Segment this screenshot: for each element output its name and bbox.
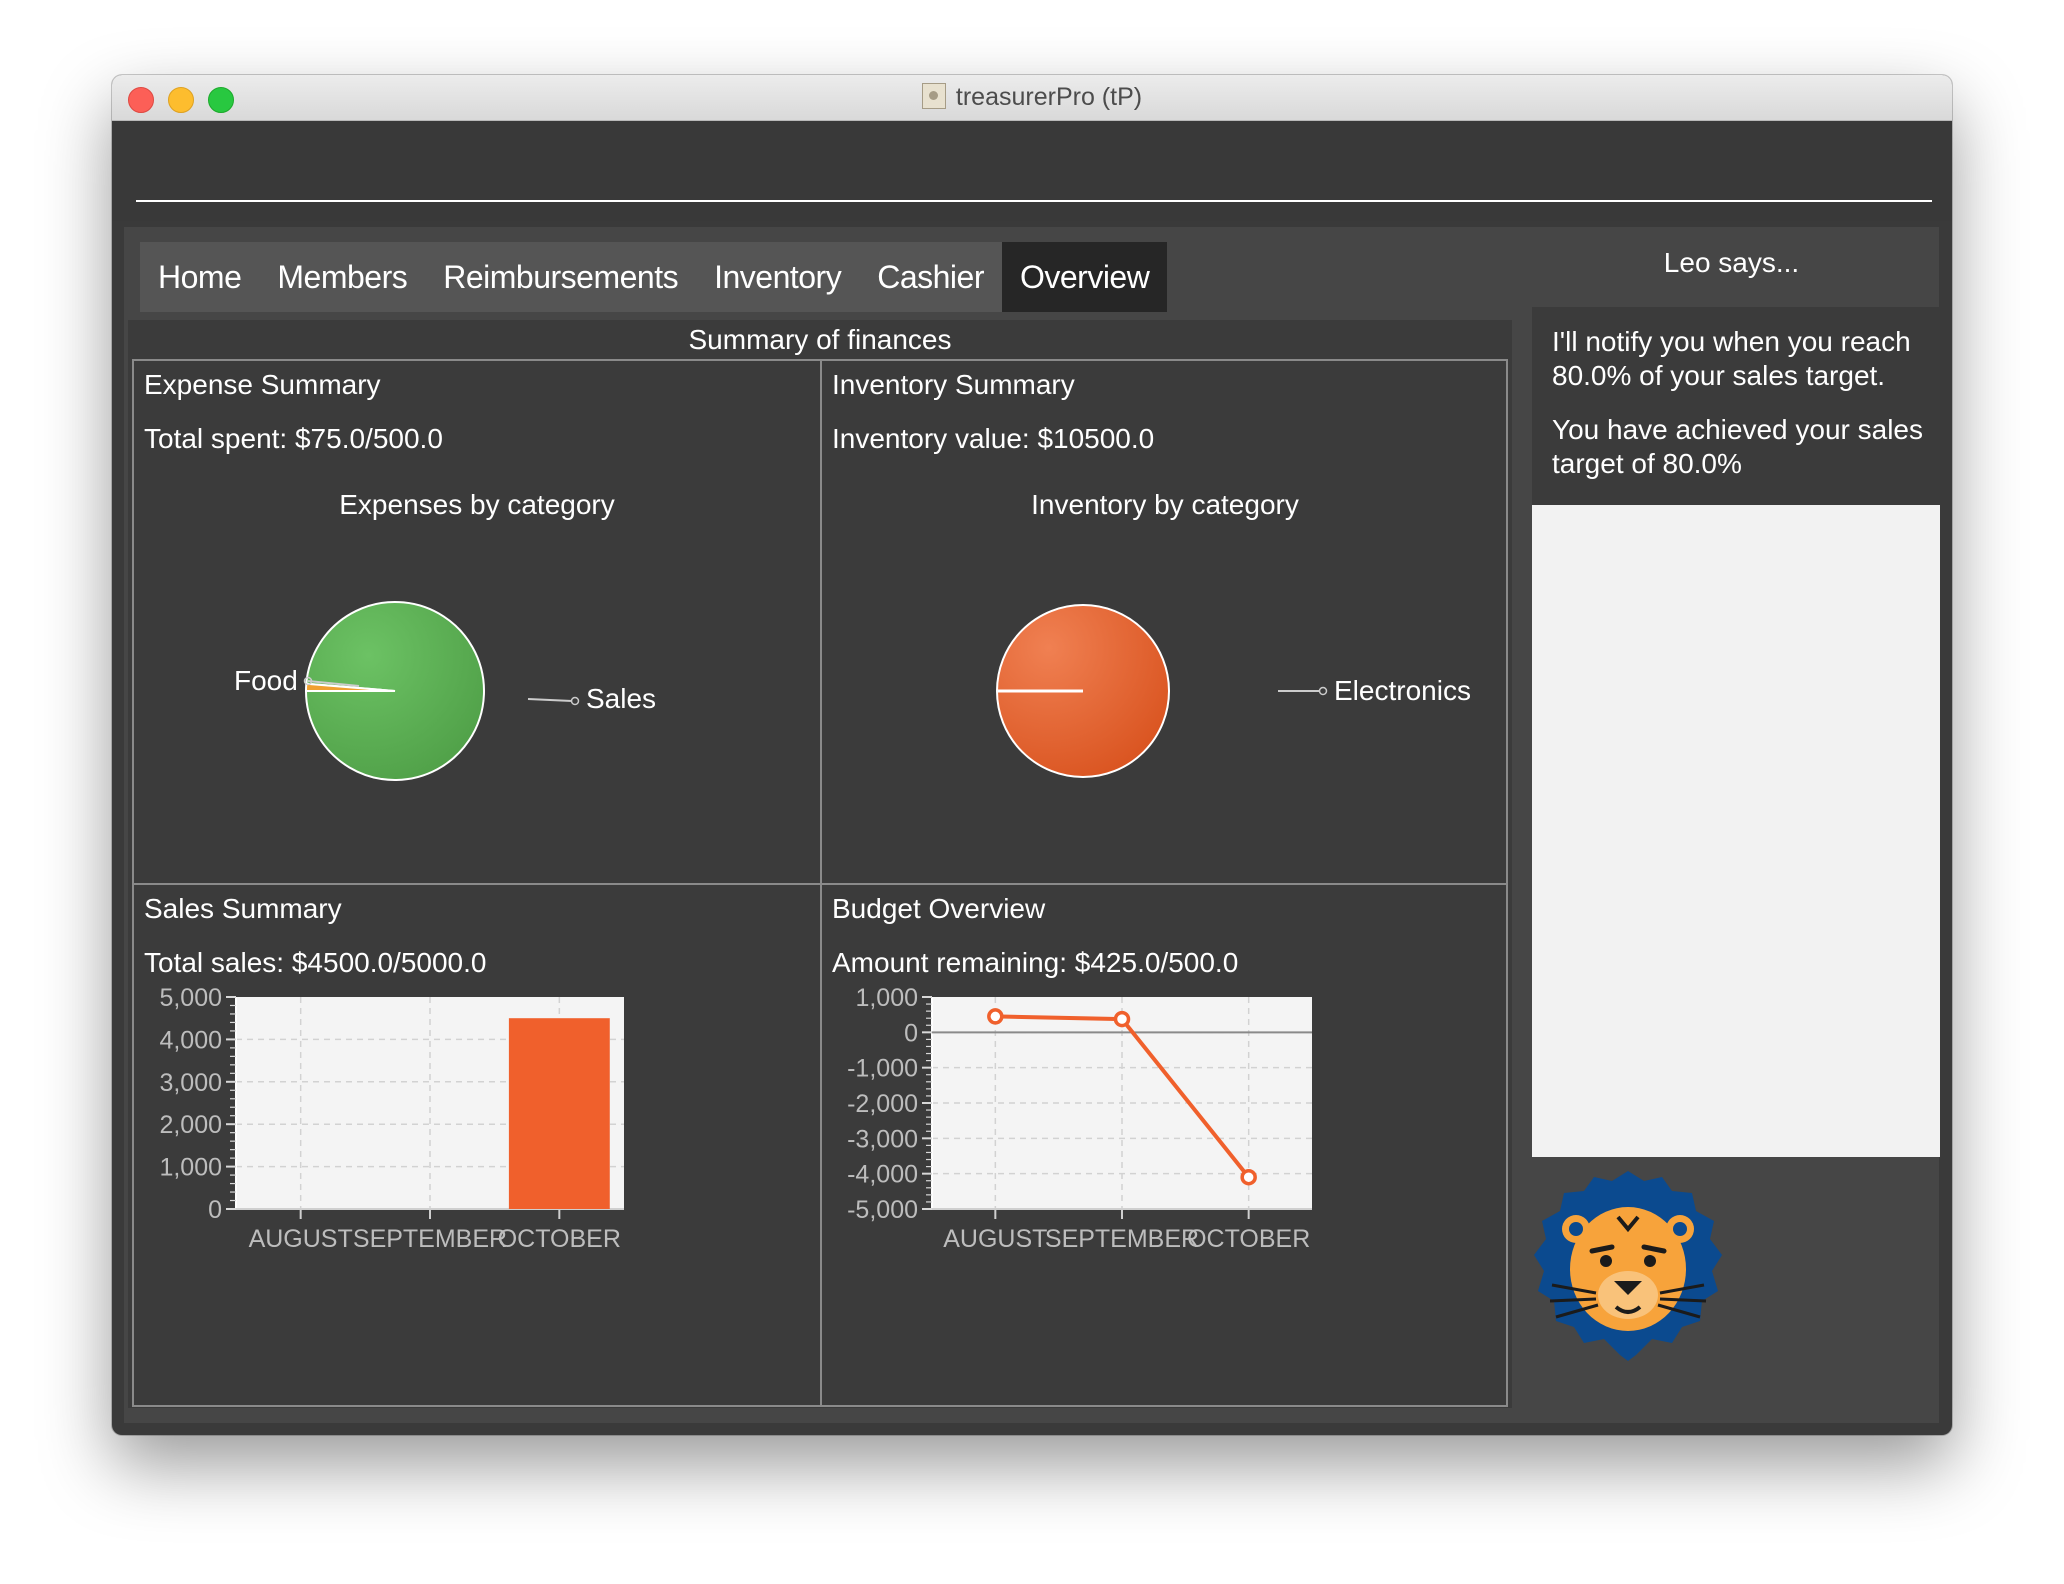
sales-summary-card: Sales Summary Total sales: $4500.0/5000.… [134, 885, 822, 1405]
inventory-summary-card: Inventory Summary Inventory value: $1050… [822, 361, 1508, 885]
y-tick-label: -1,000 [847, 1055, 918, 1083]
tab-reimbursements[interactable]: Reimbursements [425, 242, 697, 312]
sales-bar [508, 1018, 610, 1209]
document-icon [921, 83, 946, 109]
budget-point [1240, 1168, 1257, 1186]
window-title-text: treasurerPro (tP) [955, 83, 1143, 111]
assistant-messages: I'll notify you when you reach 80.0% of … [1532, 307, 1940, 505]
overview-panel: Summary of finances Expense Summary Tota… [128, 320, 1512, 1408]
x-tick-label: SEPTEMBER [1045, 1225, 1199, 1253]
budget-point [1113, 1010, 1131, 1028]
budget-line-chart: -5,000 -4,000 -3,000 -2,000 -1,000 0 1,000 AUGU… [847, 984, 1312, 1253]
expense-pie-chart [303, 601, 580, 782]
assistant-title: Leo says... [1663, 247, 1800, 278]
y-tick-label: 0 [904, 1019, 918, 1047]
budget-overview-card: Budget Overview Amount remaining: $425.0… [822, 885, 1508, 1405]
y-tick-label: 0 [208, 1196, 222, 1224]
window-title: treasurerPro (tP) [112, 75, 1952, 120]
y-tick-label: 1,000 [855, 984, 918, 1012]
sales-bar-chart: 0 1,000 2,000 3,000 4,000 5,000 AUGUST SEPTEMBE… [159, 984, 624, 1253]
x-tick-label: OCTOBER [498, 1225, 621, 1253]
command-box[interactable] [112, 121, 1952, 221]
electronics-leader-dot [1318, 686, 1328, 696]
sales-leader-line [527, 698, 573, 702]
y-tick-label: -2,000 [847, 1090, 918, 1118]
tab-members[interactable]: Members [259, 242, 426, 312]
tab-inventory[interactable]: Inventory [696, 242, 860, 312]
y-tick-label: -4,000 [847, 1161, 918, 1189]
sales-label: Sales [586, 683, 657, 714]
tab-home[interactable]: Home [140, 242, 260, 312]
assistant-message: You have achieved your sales target of 8… [1552, 414, 1923, 479]
electronics-label: Electronics [1334, 675, 1471, 706]
assistant-message: I'll notify you when you reach 80.0% of … [1552, 326, 1911, 391]
expense-summary-card: Expense Summary Total spent: $75.0/500.0… [134, 361, 822, 885]
tab-bar: Home Members Reimbursements Inventory Ca… [140, 242, 1168, 312]
y-tick-label: 4,000 [159, 1026, 222, 1054]
budget-point [987, 1008, 1004, 1025]
assistant-output-area [1532, 505, 1940, 1157]
y-tick-label: 3,000 [159, 1069, 222, 1097]
overview-title: Summary of finances [688, 324, 952, 355]
tab-cashier[interactable]: Cashier [859, 242, 1002, 312]
y-tick-label: -3,000 [847, 1125, 918, 1153]
command-input-underline [136, 200, 1932, 202]
y-tick-label: -5,000 [847, 1196, 918, 1224]
x-tick-label: OCTOBER [1187, 1225, 1310, 1253]
title-bar: treasurerPro (tP) [112, 75, 1952, 121]
x-tick-label: AUGUST [249, 1225, 353, 1253]
y-tick-label: 1,000 [159, 1154, 222, 1182]
x-tick-label: SEPTEMBER [353, 1225, 507, 1253]
food-label: Food [234, 665, 298, 696]
app-window: treasurerPro (tP) Home Members Reimburse… [112, 75, 1952, 1435]
lion-mascot-icon [1534, 1171, 1722, 1361]
x-tick-label: AUGUST [943, 1225, 1047, 1253]
y-tick-label: 5,000 [159, 984, 222, 1012]
tab-overview[interactable]: Overview [1001, 242, 1168, 312]
y-tick-label: 2,000 [159, 1111, 222, 1139]
inventory-pie-chart [996, 604, 1328, 778]
main-content: Home Members Reimbursements Inventory Ca… [124, 227, 1940, 1423]
summary-grid: Expense Summary Total spent: $75.0/500.0… [132, 359, 1508, 1407]
sales-leader-dot [570, 696, 580, 706]
